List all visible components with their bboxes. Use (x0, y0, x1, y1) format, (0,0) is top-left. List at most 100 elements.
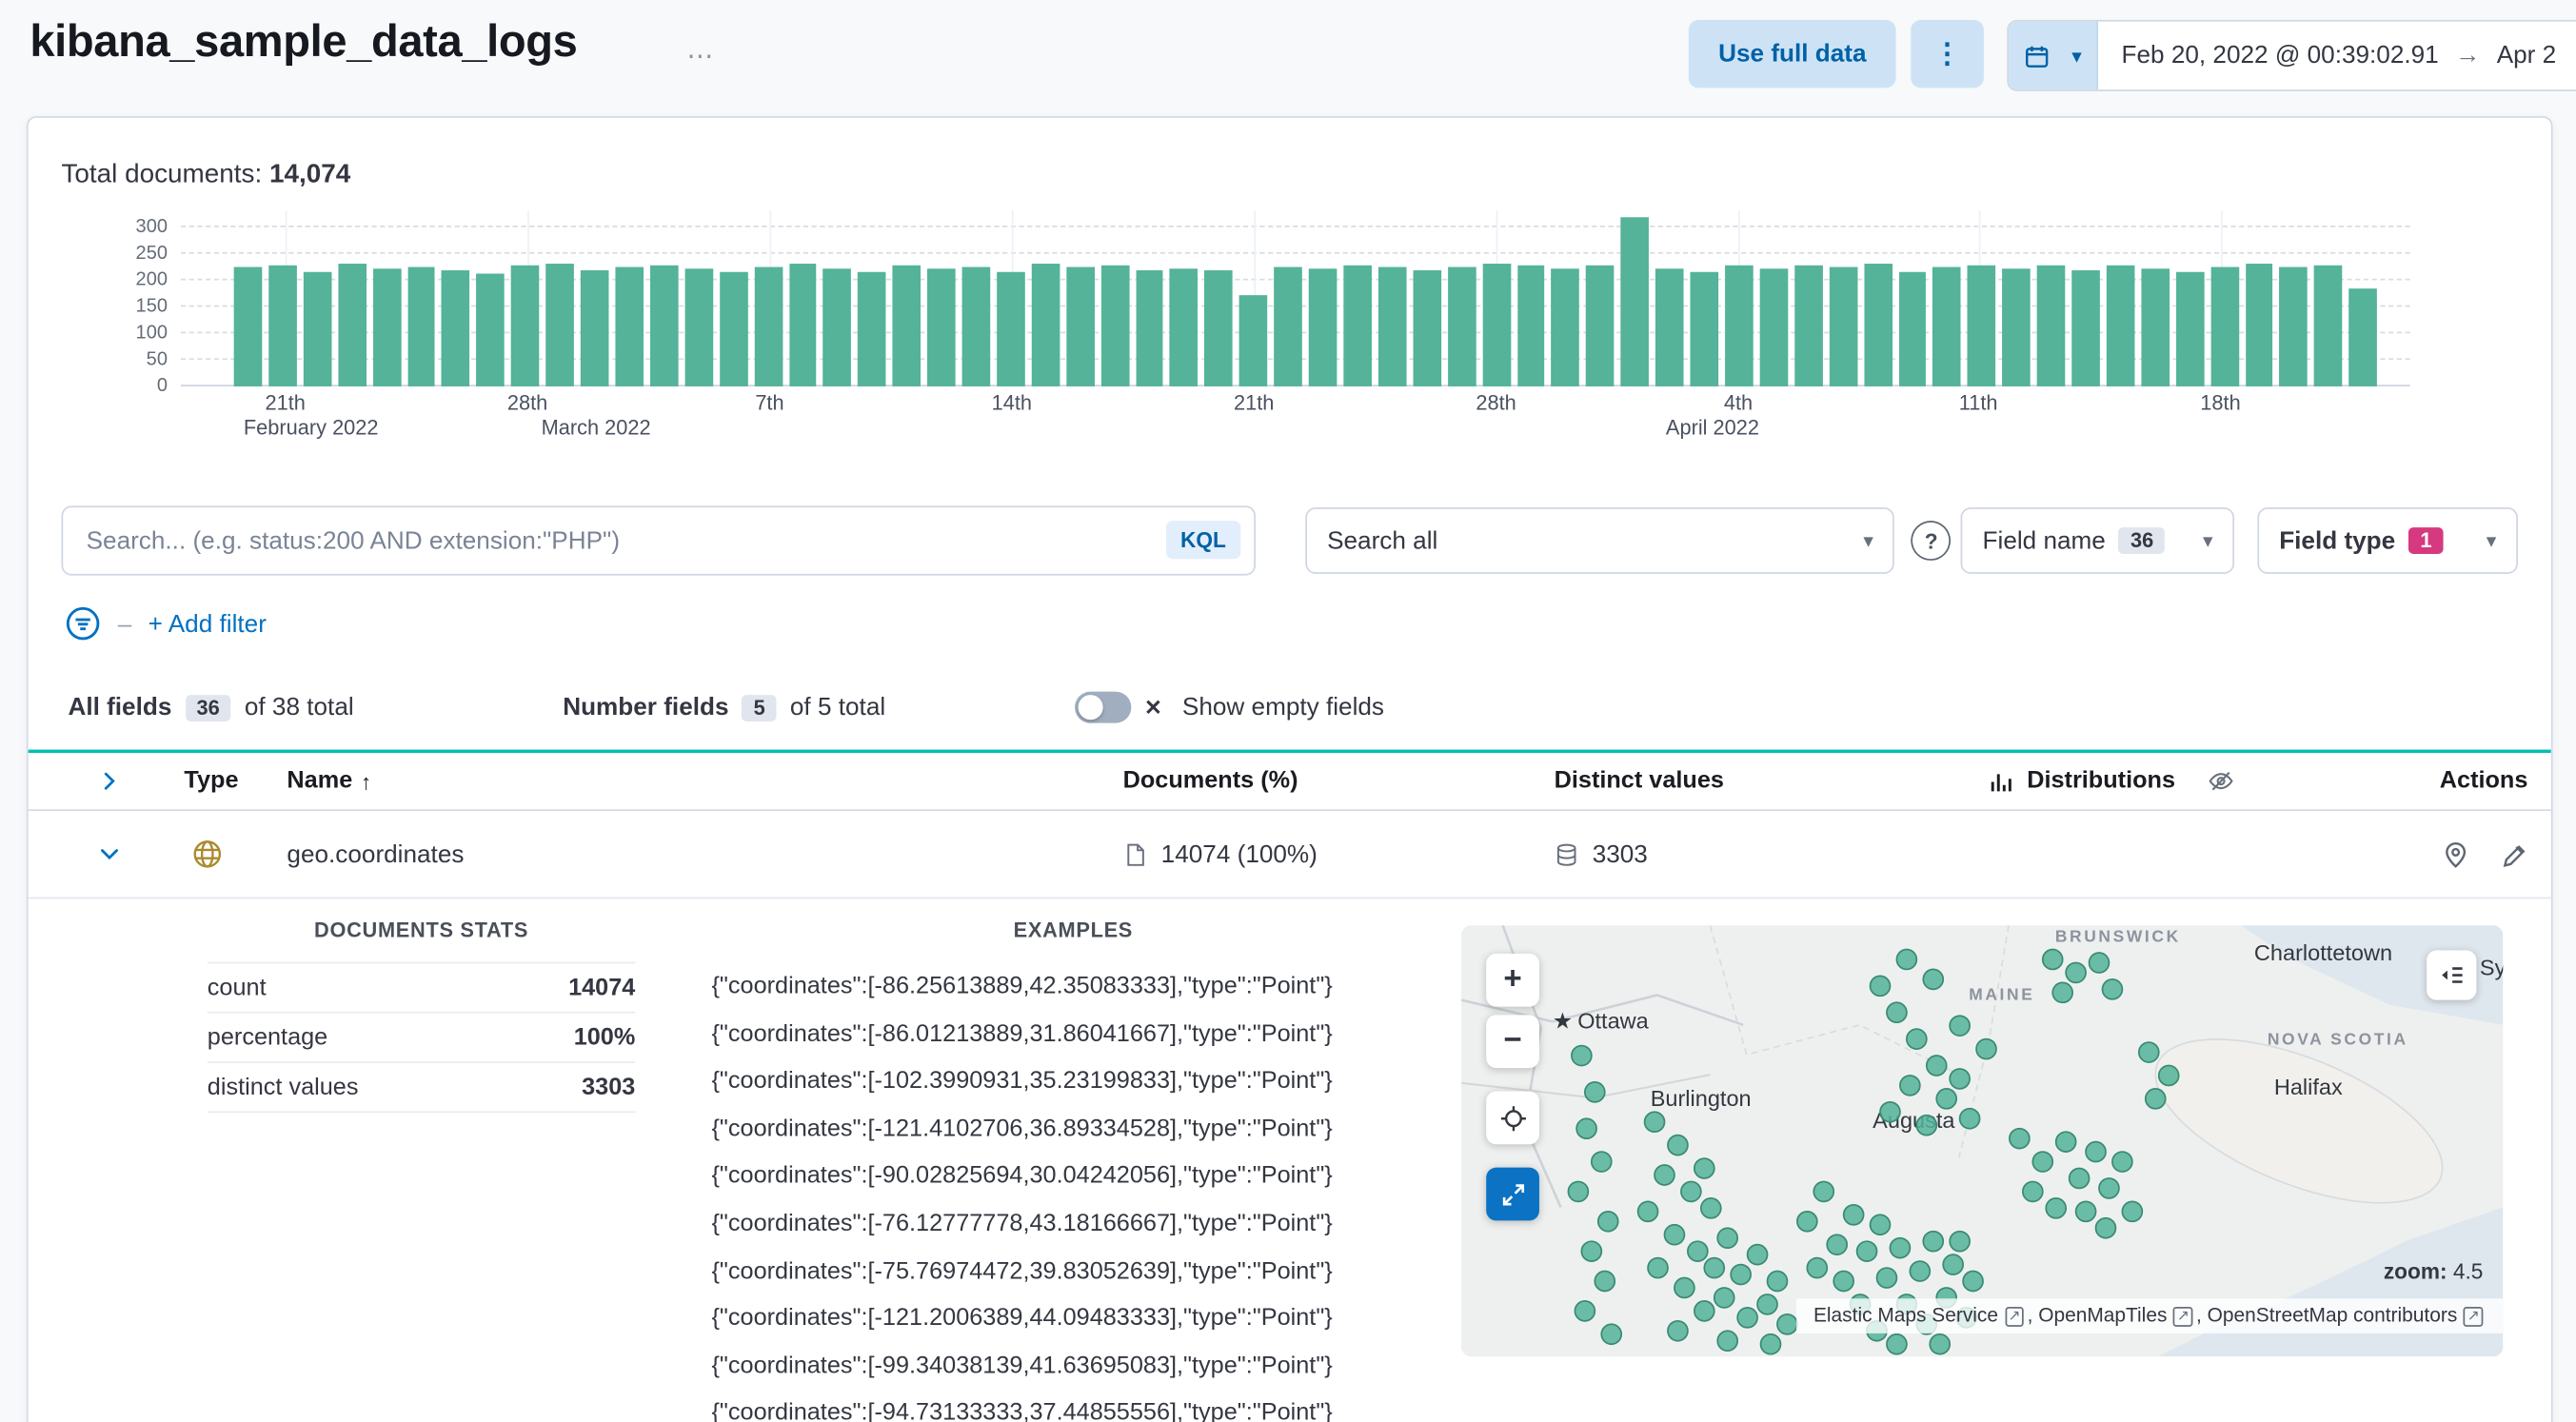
column-header-type[interactable]: Type (181, 768, 287, 795)
map-point (1906, 1028, 1928, 1050)
histogram-bar (2071, 269, 2100, 386)
map-point (2085, 1140, 2107, 1163)
search-input[interactable] (63, 507, 1255, 574)
histogram-bar (2141, 267, 2170, 386)
table-row-geo-coordinates[interactable]: geo.coordinates 14074 (100%) 3303 (28, 811, 2551, 899)
map-point (1580, 1240, 1603, 1262)
map-point (1756, 1294, 1778, 1315)
quick-select-button[interactable]: ▾ (2009, 21, 2099, 90)
examples-list: {"coordinates":[-86.25613889,42.35083333… (711, 963, 1435, 1422)
column-header-name[interactable]: Name ↑ (287, 768, 1122, 795)
map-point (1922, 968, 1945, 991)
distinct-values-cell: 3303 (1555, 839, 1990, 869)
histogram-bar (927, 268, 956, 386)
histogram-bar (1377, 267, 1407, 386)
map-point (1842, 1203, 1865, 1226)
date-start[interactable]: Feb 20, 2022 @ 00:39:02.91 (2122, 42, 2439, 70)
show-empty-fields-toggle[interactable] (1074, 691, 1132, 723)
map-point (2009, 1127, 2031, 1150)
map-controls: + − (1486, 953, 1539, 1229)
map-point (2098, 1177, 2120, 1199)
x-axis-tick-label: 11th (1958, 391, 1998, 415)
map-point (1730, 1263, 1752, 1286)
kql-badge[interactable]: KQL (1165, 521, 1241, 560)
map-point (2031, 1151, 2054, 1173)
x-axis-tick-label: 18th (2200, 391, 2241, 415)
distinct-values-value: 3303 (1592, 839, 1648, 869)
histogram-bar (961, 267, 991, 386)
stats-label: count (207, 974, 267, 1001)
map-marker-action-icon[interactable] (2442, 840, 2470, 869)
date-arrow-icon: → (2455, 41, 2481, 70)
map-point (1663, 1223, 1686, 1246)
histogram-bar (1100, 266, 1129, 386)
column-header-distinct-values[interactable]: Distinct values (1555, 768, 1990, 795)
coordinates-map[interactable]: BRUNSWICKCharlottetownSyMAINE★OttawaNOVA… (1461, 925, 2504, 1357)
y-axis-tick-label: 50 (146, 349, 168, 370)
map-point (1796, 1210, 1818, 1233)
map-point (1571, 1044, 1593, 1067)
minus-icon: − (1503, 1023, 1522, 1058)
histogram-bar (649, 265, 679, 386)
histogram-bar (1932, 266, 1962, 386)
filter-icon[interactable] (65, 605, 101, 642)
example-value: {"coordinates":[-102.3990931,35.23199833… (711, 1068, 1333, 1096)
zoom-value: 4.5 (2452, 1258, 2484, 1284)
examples-title: EXAMPLES (1013, 918, 1134, 942)
y-axis-tick-label: 150 (135, 296, 168, 317)
use-full-data-button[interactable]: Use full data (1688, 19, 1896, 89)
map-point (1590, 1151, 1613, 1173)
map-point (2144, 1088, 2167, 1110)
expand-all-button[interactable] (29, 769, 181, 792)
set-view-button[interactable] (1486, 1091, 1539, 1145)
documents-value: 14074 (100%) (1160, 839, 1318, 869)
map-point (1654, 1164, 1675, 1186)
date-end[interactable]: Apr 2 (2497, 42, 2556, 70)
legend-toggle-button[interactable] (2427, 950, 2477, 1000)
attribution-link[interactable]: Elastic Maps Service (1813, 1304, 1998, 1327)
column-header-distributions[interactable]: Distributions (1989, 768, 2302, 795)
example-value: {"coordinates":[-86.25613889,42.35083333… (711, 973, 1333, 1000)
document-icon (1127, 842, 1144, 865)
collapse-row-button[interactable] (29, 842, 181, 865)
filter-dash-icon: – (117, 609, 132, 638)
zoom-indicator: zoom: 4.5 (2384, 1258, 2484, 1283)
map-point (1935, 1088, 1958, 1110)
column-header-documents[interactable]: Documents (%) (1123, 768, 1555, 795)
map-point (1766, 1270, 1789, 1293)
map-point (1759, 1333, 1782, 1355)
zoom-out-button[interactable]: − (1486, 1015, 1539, 1069)
map-point (1875, 1267, 1898, 1289)
field-name-dropdown[interactable]: Field name 36 ▾ (1960, 507, 2235, 574)
title-options-icon[interactable]: ⋯ (684, 36, 720, 76)
histogram-bar (2036, 266, 2066, 386)
map-point (1886, 1001, 1908, 1024)
add-filter-button[interactable]: + Add filter (149, 609, 267, 638)
histogram-bar (1239, 295, 1268, 386)
map-point (2094, 1216, 2117, 1239)
map-point (2088, 952, 2110, 974)
edit-field-action-icon[interactable] (2500, 840, 2528, 869)
map-point (1895, 948, 1918, 971)
field-type-dropdown[interactable]: Field type 1 ▾ (2257, 507, 2518, 574)
date-range-picker[interactable]: ▾ Feb 20, 2022 @ 00:39:02.91 → Apr 2 (2007, 19, 2576, 91)
chart-plot (180, 210, 2410, 386)
attribution-link[interactable]: OpenStreetMap contributors (2208, 1304, 2458, 1327)
histogram-bar (2279, 267, 2308, 386)
search-all-dropdown[interactable]: Search all ▾ (1305, 507, 1895, 574)
help-icon[interactable]: ? (1911, 521, 1952, 561)
fullscreen-button[interactable] (1486, 1167, 1539, 1221)
stats-row: count 14074 (207, 961, 636, 1014)
eye-slash-icon[interactable] (2209, 768, 2235, 795)
map-point (1806, 1256, 1829, 1279)
zoom-in-button[interactable]: + (1486, 953, 1539, 1007)
chevron-right-icon (104, 772, 115, 790)
x-axis-tick-label: 21th (1234, 391, 1275, 415)
map-point (1716, 1227, 1739, 1250)
external-link-icon: ↗ (2004, 1307, 2025, 1327)
map-attribution: Elastic Maps Service ↗, OpenMapTiles ↗, Op… (1796, 1298, 2504, 1333)
kebab-menu-button[interactable]: ⋮ (1911, 19, 1984, 89)
x-axis-tick-label: 28th (1476, 391, 1516, 415)
attribution-link[interactable]: OpenMapTiles (2038, 1304, 2167, 1327)
histogram-bar (2002, 268, 2031, 386)
